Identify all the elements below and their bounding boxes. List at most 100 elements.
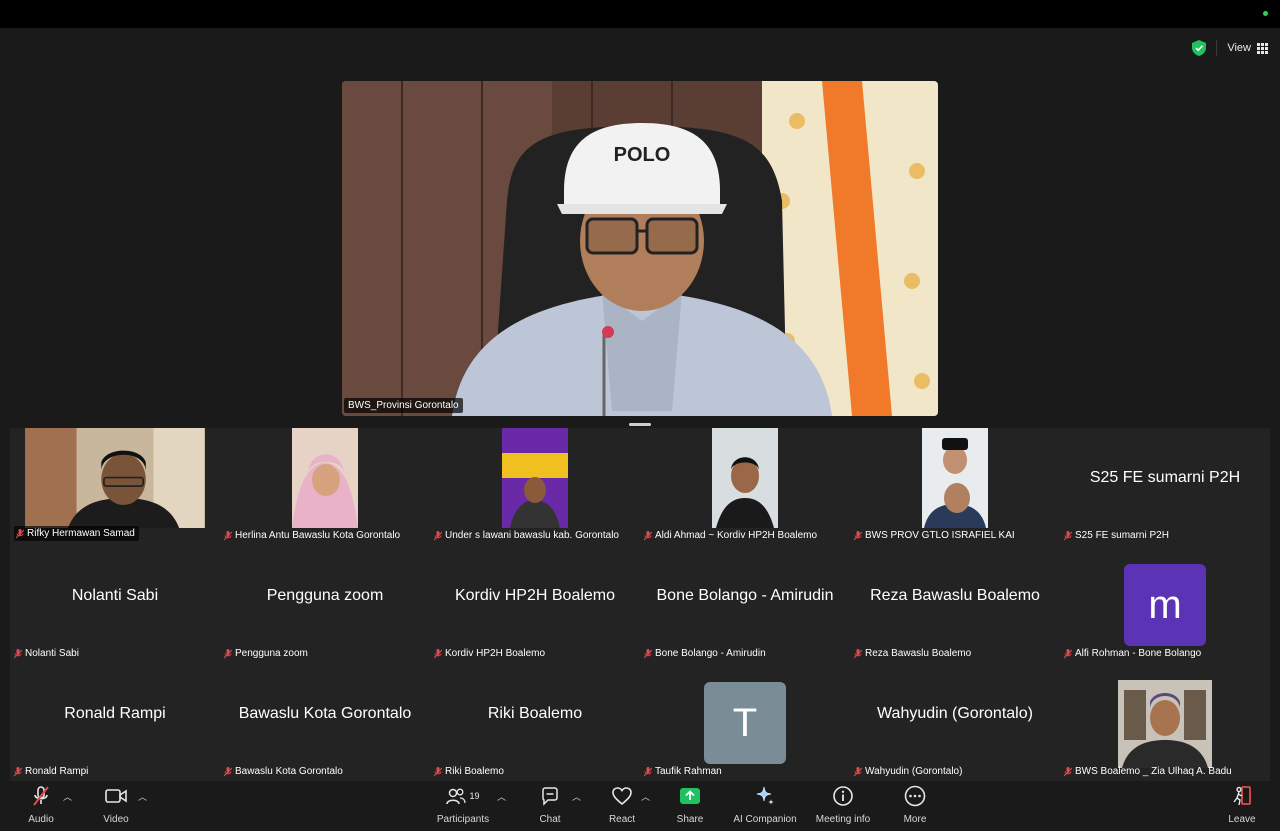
leave-door-icon [1233, 786, 1251, 806]
participant-name: Reza Bawaslu Boalemo [854, 648, 971, 659]
participant-tile[interactable]: Under s lawani bawaslu kab. Gorontalo [430, 428, 640, 545]
video-button[interactable]: Video [71, 785, 161, 825]
participant-name: Ronald Rampi [14, 766, 88, 777]
more-ellipsis-icon [904, 785, 926, 807]
participant-display-name: Pengguna zoom [266, 587, 384, 604]
participant-tile[interactable]: Bawaslu Kota Gorontalo Bawaslu Kota Goro… [220, 664, 430, 781]
grid-view-icon [1257, 42, 1268, 54]
mic-off-icon [644, 648, 652, 658]
participant-display-name: S25 FE sumarni P2H [1089, 469, 1241, 486]
top-right-controls: View [1192, 40, 1268, 56]
mic-off-icon [854, 648, 862, 658]
video-camera-icon [105, 789, 127, 803]
mic-off-icon [434, 766, 442, 776]
participant-name: Nolanti Sabi [14, 648, 79, 659]
cap-text: POLO [614, 144, 671, 166]
participant-name: Wahyudin (Gorontalo) [854, 766, 962, 777]
participant-display-name: Reza Bawaslu Boalemo [870, 587, 1040, 604]
participant-tile[interactable]: Herlina Antu Bawaslu Kota Gorontalo [220, 428, 430, 545]
video-options-chevron-icon[interactable]: ︿ [138, 790, 147, 803]
participant-display-name: Wahyudin (Gorontalo) [877, 705, 1033, 722]
participant-gallery: Rifky Hermawan Samad Herlina Antu Bawasl… [10, 428, 1270, 781]
participant-tile[interactable]: Wahyudin (Gorontalo) Wahyudin (Gorontalo… [850, 664, 1060, 781]
leave-button[interactable]: Leave [1197, 785, 1280, 825]
mic-off-icon [224, 766, 232, 776]
participant-name: Rifky Hermawan Samad [14, 526, 139, 541]
view-button[interactable]: View [1216, 40, 1268, 56]
participant-name: BWS Boalemo _ Zia Ulhaq A. Badu [1064, 766, 1232, 777]
participant-tile[interactable]: BWS PROV GTLO ISRAFIEL KAI [850, 428, 1060, 545]
mic-off-icon [1064, 648, 1072, 658]
heart-icon [612, 787, 632, 806]
participants-button[interactable]: 19 Participants [418, 785, 508, 825]
chat-label: Chat [539, 814, 561, 825]
mic-off-icon [644, 766, 652, 776]
participant-name: Bawaslu Kota Gorontalo [224, 766, 343, 777]
ai-companion-label: AI Companion [733, 814, 797, 825]
participant-display-name: Nolanti Sabi [71, 587, 159, 604]
mic-off-icon [16, 528, 24, 538]
mic-off-icon [434, 530, 442, 540]
zoom-meeting-window: View POLO BWS_Provinsi Gorontalo Rifky H… [0, 0, 1280, 831]
mic-off-icon [434, 648, 442, 658]
meeting-toolbar: Audio ︿ Video ︿ 19 Participants ︿ Chat ︿… [0, 781, 1280, 831]
mic-off-icon [854, 766, 862, 776]
speaker-video-frame: POLO [342, 81, 938, 416]
participant-tile[interactable]: S25 FE sumarni P2H S25 FE sumarni P2H [1060, 428, 1270, 545]
more-button[interactable]: More [870, 785, 960, 825]
participant-name: Herlina Antu Bawaslu Kota Gorontalo [224, 530, 400, 541]
participant-tile[interactable]: BWS Boalemo _ Zia Ulhaq A. Badu [1060, 664, 1270, 781]
participant-name: Riki Boalemo [434, 766, 504, 777]
video-label: Video [103, 814, 129, 825]
participant-name: Pengguna zoom [224, 648, 308, 659]
security-shield-icon[interactable] [1192, 40, 1207, 56]
title-bar [0, 0, 1280, 28]
participant-name: Kordiv HP2H Boalemo [434, 648, 545, 659]
participant-display-name: Riki Boalemo [487, 705, 583, 722]
participant-tile[interactable]: Ronald Rampi Ronald Rampi [10, 664, 220, 781]
participant-video [292, 428, 358, 528]
participants-icon [446, 788, 467, 805]
participants-count: 19 [469, 791, 480, 801]
participant-tile[interactable]: Bone Bolango - Amirudin Bone Bolango - A… [640, 546, 850, 663]
view-label: View [1227, 42, 1251, 54]
resize-handle[interactable] [629, 423, 651, 426]
participant-video [502, 428, 568, 528]
active-speaker-video[interactable]: POLO BWS_Provinsi Gorontalo [342, 81, 938, 416]
avatar: m [1124, 564, 1206, 646]
participants-label: Participants [436, 814, 490, 825]
participant-name: BWS PROV GTLO ISRAFIEL KAI [854, 530, 1015, 541]
participant-name: S25 FE sumarni P2H [1064, 530, 1169, 541]
mic-off-icon [1064, 766, 1072, 776]
participant-tile[interactable]: m Alfi Rohman - Bone Bolango [1060, 546, 1270, 663]
participant-tile[interactable]: Kordiv HP2H Boalemo Kordiv HP2H Boalemo [430, 546, 640, 663]
participant-display-name: Kordiv HP2H Boalemo [454, 587, 616, 604]
participant-tile[interactable]: Riki Boalemo Riki Boalemo [430, 664, 640, 781]
meeting-info-label: Meeting info [815, 814, 871, 825]
participant-video [922, 428, 988, 528]
chat-bubble-icon [542, 787, 558, 806]
participant-name: Aldi Ahmad ~ Kordiv HP2H Boalemo [644, 530, 817, 541]
participant-name: Taufik Rahman [644, 766, 722, 777]
mic-off-icon [854, 530, 862, 540]
mic-off-icon [14, 648, 22, 658]
mic-muted-icon [33, 786, 49, 806]
share-screen-icon [680, 788, 700, 804]
info-icon [833, 786, 853, 806]
ai-companion-button[interactable]: AI Companion [720, 785, 810, 825]
participant-name: Under s lawani bawaslu kab. Gorontalo [434, 530, 619, 541]
participant-tile[interactable]: Rifky Hermawan Samad [10, 428, 220, 545]
participant-tile[interactable]: T Taufik Rahman [640, 664, 850, 781]
participant-tile[interactable]: Pengguna zoom Pengguna zoom [220, 546, 430, 663]
mic-off-icon [14, 766, 22, 776]
participant-tile[interactable]: Aldi Ahmad ~ Kordiv HP2H Boalemo [640, 428, 850, 545]
participant-video [1118, 680, 1212, 768]
sparkle-icon [756, 786, 774, 805]
mic-off-icon [644, 530, 652, 540]
mic-off-icon [224, 648, 232, 658]
participant-display-name: Ronald Rampi [64, 705, 166, 722]
participant-tile[interactable]: Nolanti Sabi Nolanti Sabi [10, 546, 220, 663]
participant-tile[interactable]: Reza Bawaslu Boalemo Reza Bawaslu Boalem… [850, 546, 1060, 663]
participant-display-name: Bone Bolango - Amirudin [656, 587, 834, 604]
participant-video [25, 428, 205, 528]
